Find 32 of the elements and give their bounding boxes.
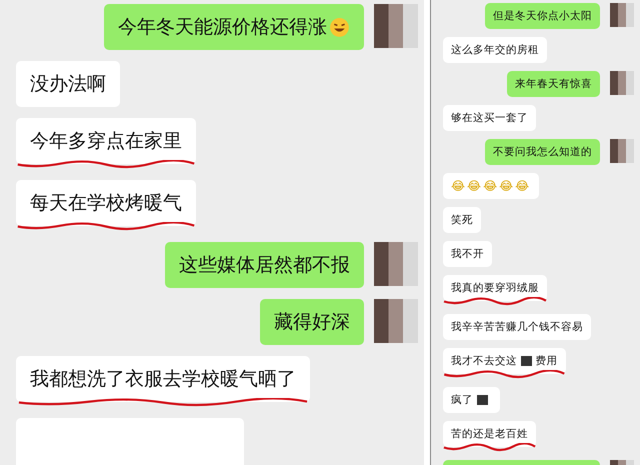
message-text: 没办法啊 xyxy=(30,72,106,97)
message-text: 不要问我怎么知道的 xyxy=(493,145,592,159)
avatar-placeholder xyxy=(374,242,418,286)
avatar-placeholder xyxy=(610,3,634,27)
message-text: 藏得好深 xyxy=(274,310,350,335)
avatar-placeholder xyxy=(374,4,418,48)
message-text: 今年冬天能源价格还得涨 xyxy=(118,15,328,40)
message-text: 笑死 xyxy=(451,213,473,227)
avatar-placeholder xyxy=(610,139,634,163)
message-text: 每天在学校烤暖气 xyxy=(30,191,182,216)
emoji: 😂 xyxy=(515,179,530,193)
message-text: 我真的要穿羽绒服 xyxy=(451,281,539,295)
message-text: 来年春天有惊喜 xyxy=(515,77,592,91)
message-text: 但是冬天你点小太阳 xyxy=(493,9,592,23)
message-text: 这些媒体居然都不报 xyxy=(179,253,350,278)
message-text: 我都想洗了衣服去学校暖气晒了 xyxy=(30,367,296,392)
message-text: 疯了 xyxy=(451,393,473,407)
message-text: 费用 xyxy=(536,354,558,368)
emoji: 😂 xyxy=(467,179,482,193)
message-text: 我不开 xyxy=(451,247,484,261)
message-text: 苦的还是老百姓 xyxy=(451,427,528,441)
avatar-placeholder xyxy=(610,71,634,95)
emoji: 😂 xyxy=(499,179,514,193)
avatar-placeholder xyxy=(374,299,418,343)
laughing-emoji-icon xyxy=(329,16,350,38)
message-text: 我辛辛苦苦赚几个钱不容易 xyxy=(451,320,583,334)
message-text: 够在这买一套了 xyxy=(451,111,528,125)
message-text: 我才不去交这 xyxy=(451,354,517,368)
message-text: 今年多穿点在家里 xyxy=(30,129,182,154)
emoji: 😂 xyxy=(483,179,498,193)
emoji: 😂 xyxy=(451,179,466,193)
message-text: 这么多年交的房租 xyxy=(451,43,539,57)
